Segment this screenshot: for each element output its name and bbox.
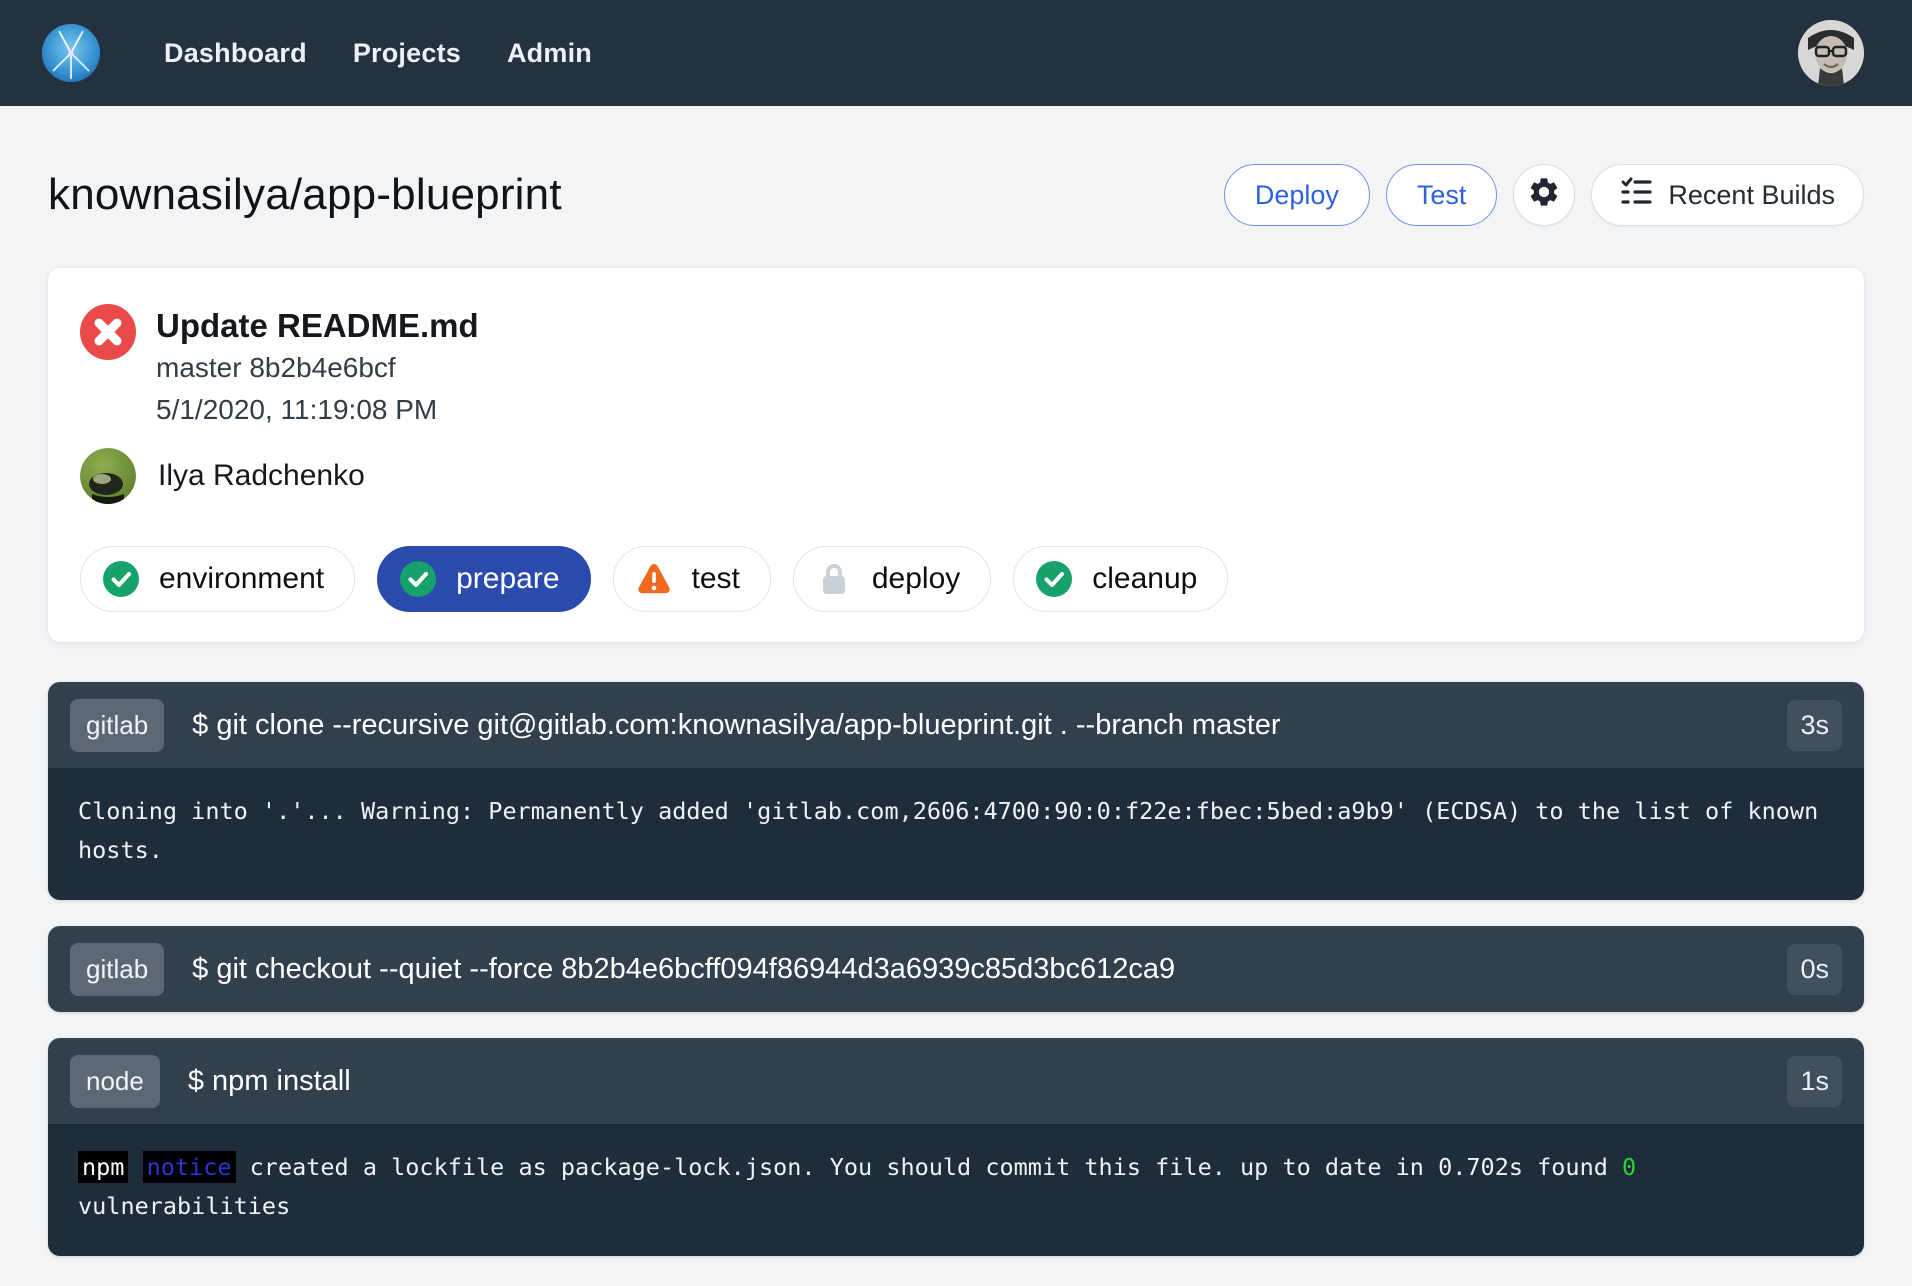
stage-pill-prepare[interactable]: prepare <box>377 546 590 612</box>
checklist-icon <box>1620 176 1652 215</box>
duration-badge: 1s <box>1787 1056 1842 1107</box>
author-avatar <box>80 448 136 504</box>
check-circle-icon <box>1036 561 1072 597</box>
commit-branch-ref: master 8b2b4e6bcf <box>156 348 479 388</box>
terminal-command-row[interactable]: gitlab $ git checkout --quiet --force 8b… <box>48 926 1864 1012</box>
stage-pill-cleanup[interactable]: cleanup <box>1013 546 1228 612</box>
stage-pill-test[interactable]: test <box>613 546 771 612</box>
npm-token: npm <box>78 1151 128 1183</box>
main-content: knownasilya/app-blueprint Deploy Test <box>0 164 1912 1256</box>
commit-row: Update README.md master 8b2b4e6bcf 5/1/2… <box>80 304 1832 430</box>
nav-links: Dashboard Projects Admin <box>164 38 592 69</box>
terminal-command: $ git clone --recursive git@gitlab.com:k… <box>192 709 1280 742</box>
commit-timestamp: 5/1/2020, 11:19:08 PM <box>156 390 479 430</box>
stage-label: environment <box>159 562 324 596</box>
terminal-output: npm notice created a lockfile as package… <box>48 1124 1864 1256</box>
nav-item-admin[interactable]: Admin <box>507 38 592 69</box>
author-row: Ilya Radchenko <box>80 448 1832 504</box>
terminal-output: Cloning into '.'... Warning: Permanently… <box>48 768 1864 900</box>
npm-output-body: created a lockfile as package-lock.json.… <box>236 1153 1623 1181</box>
terminal-command: $ git checkout --quiet --force 8b2b4e6bc… <box>192 953 1175 986</box>
recent-builds-label: Recent Builds <box>1668 180 1835 211</box>
commit-meta: Update README.md master 8b2b4e6bcf 5/1/2… <box>156 304 479 430</box>
nav-item-projects[interactable]: Projects <box>353 38 461 69</box>
terminal-block-git-checkout: gitlab $ git checkout --quiet --force 8b… <box>48 926 1864 1012</box>
check-circle-icon <box>400 561 436 597</box>
settings-button[interactable] <box>1513 164 1575 226</box>
terminal-command: $ npm install <box>188 1065 351 1098</box>
terminal-command-row[interactable]: gitlab $ git clone --recursive git@gitla… <box>48 682 1864 768</box>
test-button[interactable]: Test <box>1386 164 1498 226</box>
runner-tag: gitlab <box>70 699 164 752</box>
recent-builds-button[interactable]: Recent Builds <box>1591 164 1864 226</box>
deploy-button[interactable]: Deploy <box>1224 164 1370 226</box>
stage-label: prepare <box>456 562 559 596</box>
vulnerability-count: 0 <box>1622 1153 1636 1181</box>
warning-triangle-icon <box>636 561 672 597</box>
duration-badge: 0s <box>1787 944 1842 995</box>
stage-list: environment prepare <box>80 546 1832 612</box>
header-actions: Deploy Test <box>1224 164 1864 226</box>
stage-label: deploy <box>872 562 960 596</box>
top-nav: Dashboard Projects Admin <box>0 0 1912 106</box>
app-logo-icon[interactable] <box>40 22 102 84</box>
stage-label: cleanup <box>1092 562 1197 596</box>
duration-badge: 3s <box>1787 700 1842 751</box>
lock-icon <box>816 561 852 597</box>
build-card: Update README.md master 8b2b4e6bcf 5/1/2… <box>48 268 1864 642</box>
page-header: knownasilya/app-blueprint Deploy Test <box>48 164 1864 226</box>
gear-icon <box>1527 175 1561 216</box>
runner-tag: gitlab <box>70 943 164 996</box>
author-name: Ilya Radchenko <box>158 459 365 493</box>
build-failed-icon <box>80 304 136 360</box>
check-circle-icon <box>103 561 139 597</box>
stage-label: test <box>692 562 740 596</box>
user-avatar[interactable] <box>1798 20 1864 86</box>
terminal-command-row[interactable]: node $ npm install 1s <box>48 1038 1864 1124</box>
npm-output-tail: vulnerabilities <box>78 1192 290 1220</box>
commit-message: Update README.md <box>156 304 479 348</box>
runner-tag: node <box>70 1055 160 1108</box>
terminal-block-npm-install: node $ npm install 1s npm notice created… <box>48 1038 1864 1256</box>
page-title: knownasilya/app-blueprint <box>48 170 562 220</box>
notice-token: notice <box>143 1151 236 1183</box>
stage-pill-deploy[interactable]: deploy <box>793 546 991 612</box>
nav-item-dashboard[interactable]: Dashboard <box>164 38 307 69</box>
stage-pill-environment[interactable]: environment <box>80 546 355 612</box>
terminal-block-git-clone: gitlab $ git clone --recursive git@gitla… <box>48 682 1864 900</box>
